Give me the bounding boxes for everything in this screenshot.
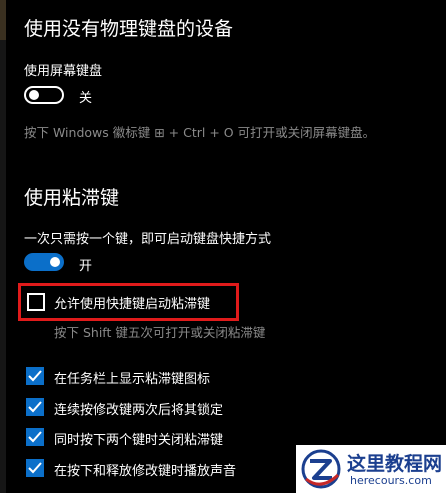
shortcut-checkbox[interactable] (27, 293, 45, 311)
option-label: 连续按修改键两次后将其锁定 (54, 403, 224, 418)
option-checkbox-two-keys-off[interactable] (26, 428, 44, 446)
window-edge-accent (0, 0, 6, 40)
toggle-knob (50, 257, 60, 267)
option-label: 同时按下两个键时关闭粘滞键 (54, 433, 224, 448)
window-edge (0, 0, 6, 493)
section-title-sticky-keys: 使用粘滞键 (24, 187, 120, 209)
option-checkbox-taskbar-icon[interactable] (26, 367, 44, 385)
sticky-keys-state: 开 (79, 259, 93, 274)
option-label: 在任务栏上显示粘滞键图标 (54, 372, 211, 387)
shortcut-checkbox-label: 允许使用快捷键启动粘滞键 (54, 297, 211, 312)
watermark-logo-icon (301, 449, 341, 489)
watermark-name: 这里教程网 (347, 453, 443, 475)
toggle-knob (29, 90, 39, 100)
checkmark-icon (28, 370, 42, 382)
onscreen-keyboard-toggle[interactable] (24, 86, 64, 104)
shortcut-hint: 按下 Shift 键五次可打开或关闭粘滞键 (54, 325, 266, 340)
checkmark-icon (28, 431, 42, 443)
onscreen-keyboard-label: 使用屏幕键盘 (24, 64, 103, 79)
checkmark-icon (28, 401, 42, 413)
onscreen-keyboard-hint: 按下 Windows 徽标键 ⊞ + Ctrl + O 可打开或关闭屏幕键盘。 (24, 125, 376, 140)
option-label: 在按下和释放修改键时播放声音 (54, 464, 237, 479)
option-checkbox-play-sound[interactable] (26, 459, 44, 477)
section-title-no-keyboard: 使用没有物理键盘的设备 (24, 18, 234, 40)
onscreen-keyboard-state: 关 (79, 91, 93, 106)
sticky-keys-toggle[interactable] (24, 253, 64, 271)
option-checkbox-lock-modifier[interactable] (26, 398, 44, 416)
sticky-keys-description: 一次只需按一个键，即可启动键盘快捷方式 (24, 232, 272, 247)
watermark-url: herecours.com (350, 474, 432, 487)
checkmark-icon (28, 462, 42, 474)
